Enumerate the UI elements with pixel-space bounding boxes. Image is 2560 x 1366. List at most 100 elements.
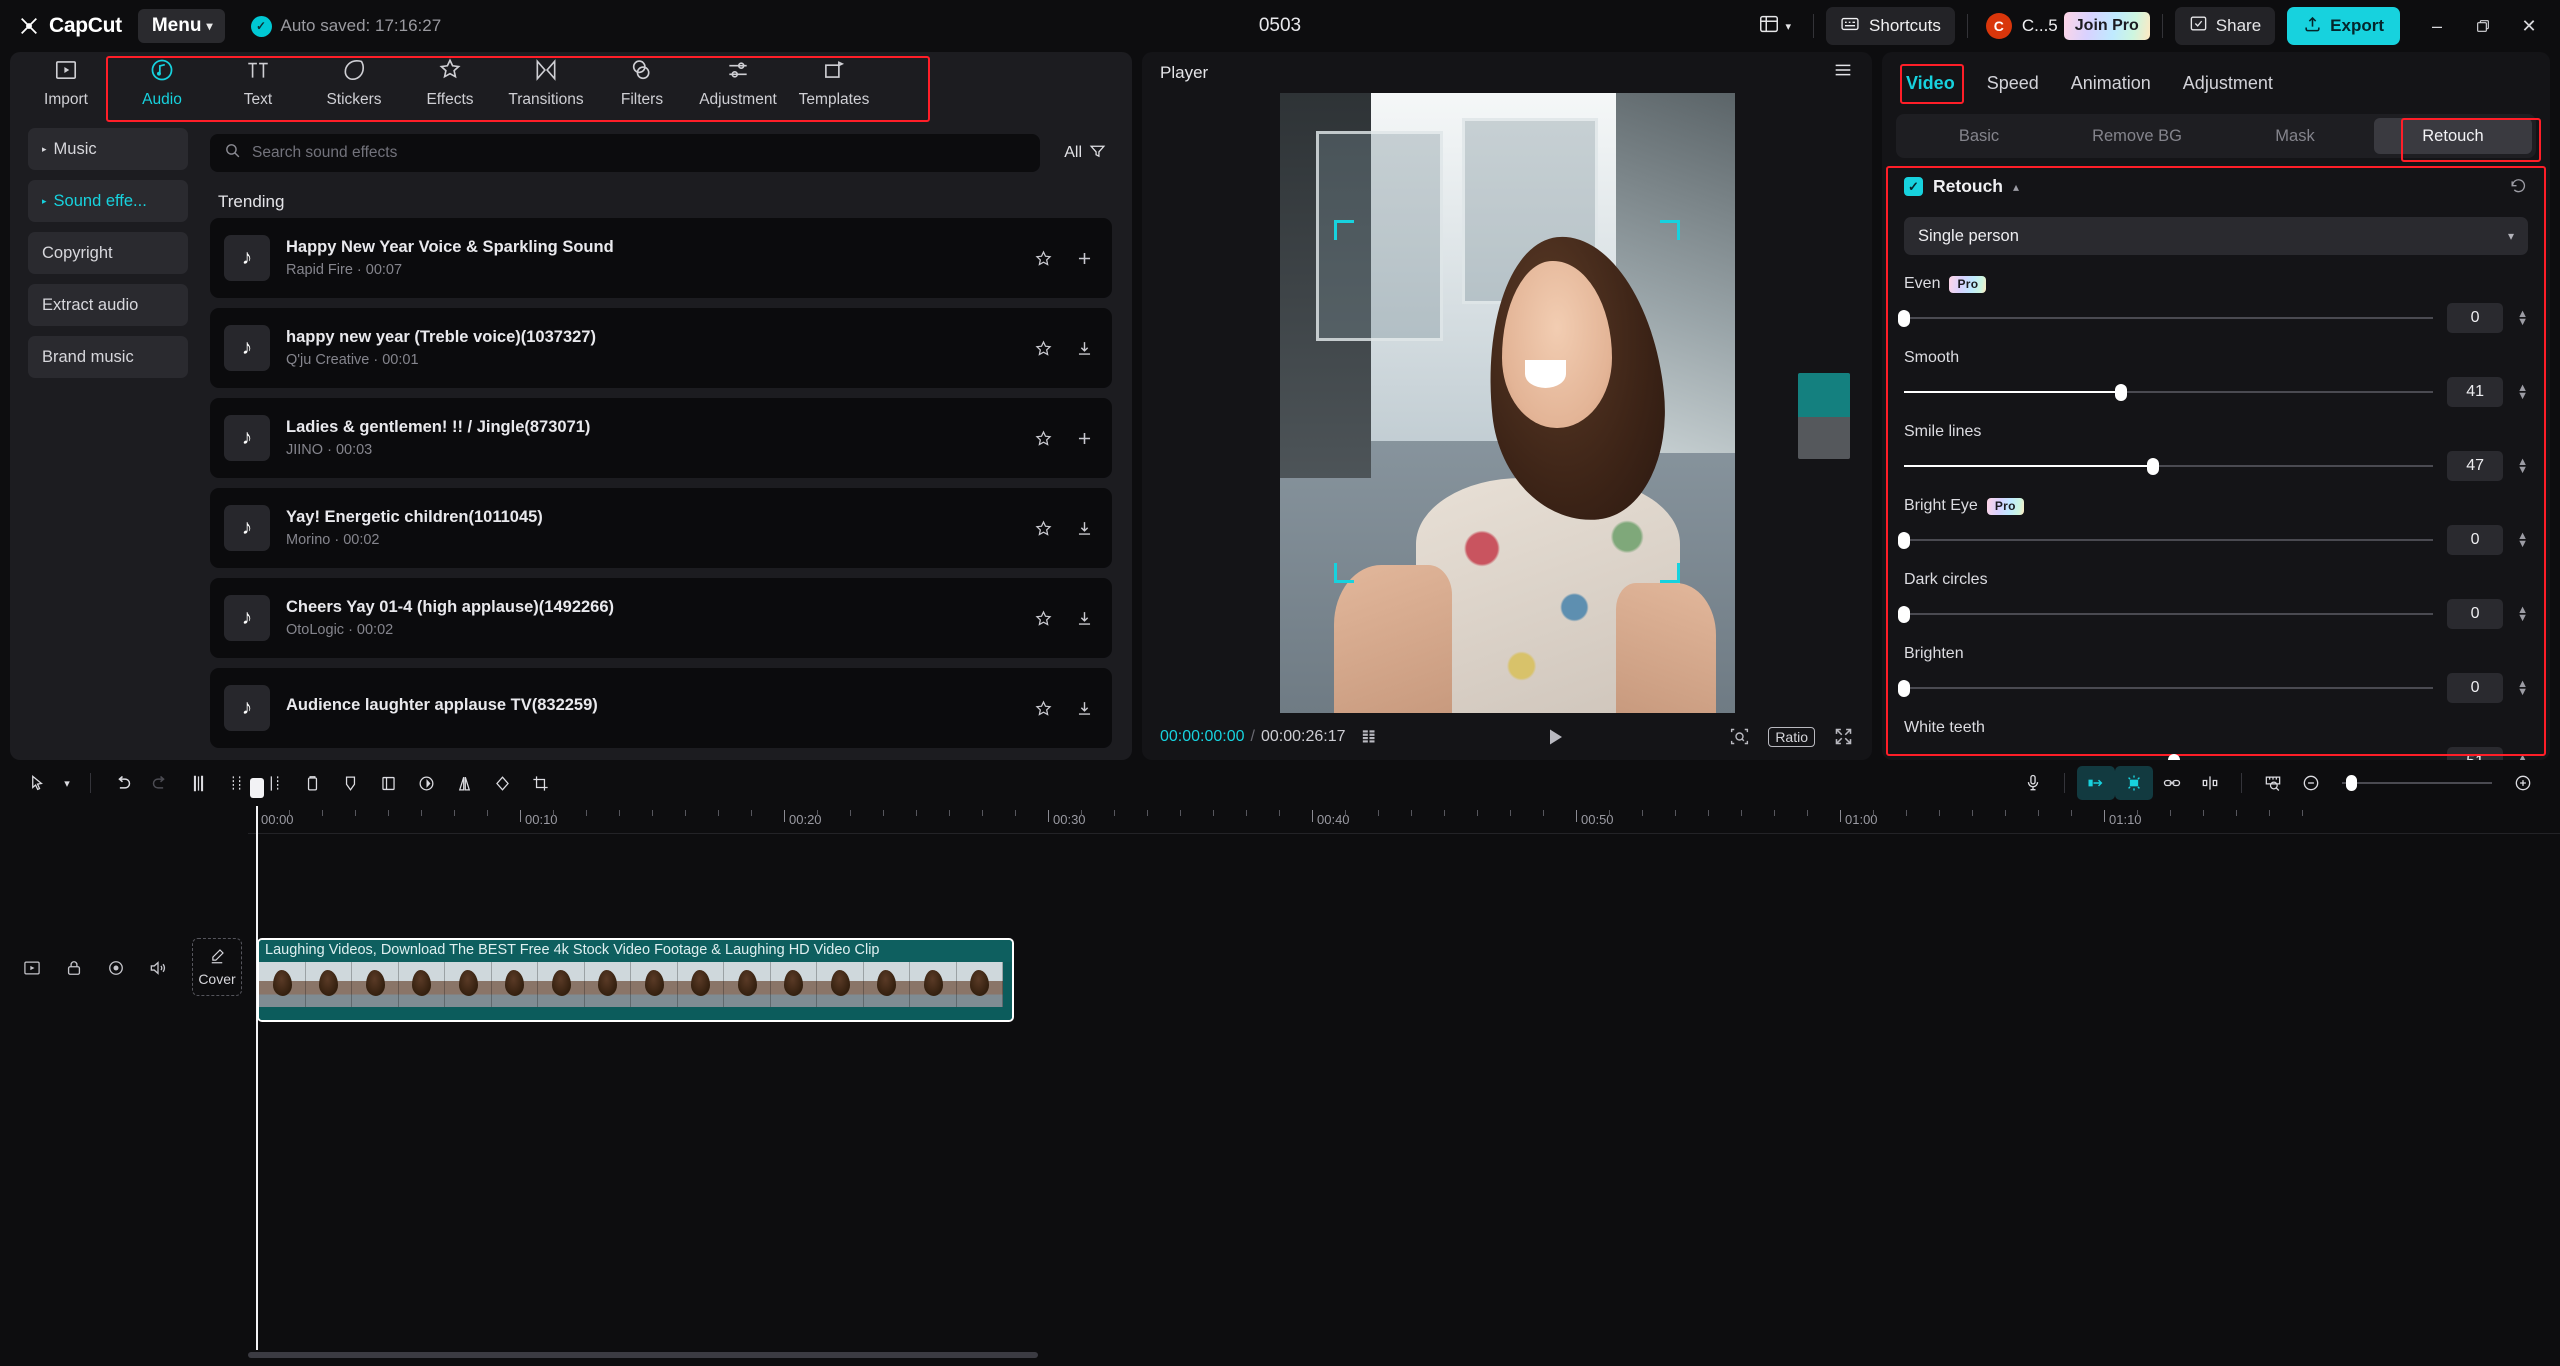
retouch-checkbox[interactable]: ✓ — [1904, 177, 1923, 196]
slider-value-brighten[interactable]: 0 — [2447, 673, 2503, 703]
magnetic-icon[interactable] — [2115, 766, 2153, 800]
ruler-icon[interactable] — [2254, 766, 2292, 800]
close-button[interactable]: ✕ — [2506, 4, 2552, 48]
nav-tab-effects[interactable]: Effects — [402, 54, 498, 112]
join-pro-button[interactable]: Join Pro — [2064, 12, 2150, 40]
slider-knob[interactable] — [1898, 310, 1910, 327]
cover-button[interactable]: Cover — [192, 938, 242, 996]
timecode-format-icon[interactable] — [1362, 729, 1382, 745]
slider-value-smooth[interactable]: 41 — [2447, 377, 2503, 407]
stepper-even[interactable]: ▲▼ — [2517, 310, 2528, 326]
hamburger-icon[interactable] — [1832, 59, 1854, 86]
selection-handle-bottom-left[interactable] — [1334, 563, 1354, 583]
stepper-smooth[interactable]: ▲▼ — [2517, 384, 2528, 400]
playhead-grip[interactable] — [250, 778, 264, 798]
slider-smile-lines[interactable] — [1904, 458, 2433, 474]
slider-knob[interactable] — [1898, 680, 1910, 697]
quality-icon[interactable] — [1729, 726, 1750, 747]
microphone-icon[interactable] — [2014, 766, 2052, 800]
video-clip[interactable]: Laughing Videos, Download The BEST Free … — [257, 938, 1014, 1022]
subtab-retouch[interactable]: Retouch — [2374, 118, 2532, 154]
zoom-in-icon[interactable] — [2504, 766, 2542, 800]
stepper-bright-eye[interactable]: ▲▼ — [2517, 532, 2528, 548]
select-tool-icon[interactable] — [18, 766, 56, 800]
selection-handle-bottom-right[interactable] — [1660, 563, 1680, 583]
scrollbar-thumb[interactable] — [248, 1352, 1038, 1358]
crop-icon[interactable] — [521, 766, 559, 800]
mirror-icon[interactable] — [445, 766, 483, 800]
category-copyright[interactable]: Copyright — [28, 232, 188, 274]
slider-dark-circles[interactable] — [1904, 606, 2433, 622]
reset-icon[interactable] — [2509, 177, 2528, 196]
favorite-icon[interactable] — [1034, 429, 1053, 448]
ratio-button[interactable]: Ratio — [1768, 727, 1815, 747]
maximize-button[interactable] — [2460, 4, 2506, 48]
slider-value-bright-eye[interactable]: 0 — [2447, 525, 2503, 555]
slider-knob[interactable] — [2147, 458, 2159, 475]
slider-white-teeth[interactable] — [1904, 754, 2433, 760]
zoom-knob[interactable] — [2346, 775, 2357, 791]
tab-speed[interactable]: Speed — [1985, 69, 2041, 98]
stepper-smile-lines[interactable]: ▲▼ — [2517, 458, 2528, 474]
timeline-ruler[interactable]: 00:00 00:10 00:20 — [248, 806, 2560, 834]
play-icon[interactable] — [1543, 725, 1567, 749]
tab-adjustment[interactable]: Adjustment — [2181, 69, 2275, 98]
timeline-horizontal-scrollbar[interactable] — [248, 1350, 2542, 1360]
reverse-icon[interactable] — [407, 766, 445, 800]
nav-tab-stickers[interactable]: Stickers — [306, 54, 402, 112]
slider-value-even[interactable]: 0 — [2447, 303, 2503, 333]
slider-brighten[interactable] — [1904, 680, 2433, 696]
add-icon[interactable] — [1075, 429, 1094, 448]
slider-knob[interactable] — [2168, 754, 2180, 760]
favorite-icon[interactable] — [1034, 339, 1053, 358]
add-icon[interactable] — [1075, 249, 1094, 268]
shortcuts-button[interactable]: Shortcuts — [1826, 7, 1955, 45]
list-item[interactable]: ♪ Ladies & gentlemen! !! / Jingle(873071… — [210, 398, 1112, 478]
nav-tab-text[interactable]: Text — [210, 54, 306, 112]
slider-value-white-teeth[interactable]: 51 — [2447, 747, 2503, 760]
nav-tab-transitions[interactable]: Transitions — [498, 54, 594, 112]
nav-tab-import[interactable]: Import — [18, 54, 114, 112]
search-box[interactable] — [210, 134, 1040, 172]
layout-switch-button[interactable]: ▾ — [1748, 8, 1802, 44]
download-icon[interactable] — [1075, 339, 1094, 358]
nav-tab-audio[interactable]: Audio — [114, 54, 210, 112]
delete-icon[interactable] — [293, 766, 331, 800]
favorite-icon[interactable] — [1034, 519, 1053, 538]
track-area[interactable]: Laughing Videos, Download The BEST Free … — [248, 834, 2560, 1350]
stepper-white-teeth[interactable]: ▲▼ — [2517, 754, 2528, 760]
mute-icon[interactable] — [148, 958, 168, 983]
lock-icon[interactable] — [64, 958, 84, 983]
list-item[interactable]: ♪ happy new year (Treble voice)(1037327)… — [210, 308, 1112, 388]
nav-tab-filters[interactable]: Filters — [594, 54, 690, 112]
stepper-dark-circles[interactable]: ▲▼ — [2517, 606, 2528, 622]
list-item[interactable]: ♪ Happy New Year Voice & Sparkling Sound… — [210, 218, 1112, 298]
category-brand-music[interactable]: Brand music — [28, 336, 188, 378]
list-item[interactable]: ♪ Cheers Yay 01-4 (high applause)(149226… — [210, 578, 1112, 658]
track-preview-icon[interactable] — [22, 958, 42, 983]
account-chip[interactable]: C C...5 — [1980, 13, 2064, 39]
subtab-remove-bg[interactable]: Remove BG — [2058, 118, 2216, 154]
selection-handle-top-right[interactable] — [1660, 220, 1680, 240]
favorite-icon[interactable] — [1034, 699, 1053, 718]
fullscreen-icon[interactable] — [1833, 726, 1854, 747]
minimize-button[interactable]: – — [2414, 4, 2460, 48]
rotate-icon[interactable] — [483, 766, 521, 800]
split-icon[interactable] — [179, 766, 217, 800]
timeline-zoom-slider[interactable] — [2342, 775, 2492, 791]
favorite-icon[interactable] — [1034, 249, 1053, 268]
sound-effects-list[interactable]: ♪ Happy New Year Voice & Sparkling Sound… — [210, 218, 1116, 760]
filter-button[interactable]: All — [1054, 135, 1116, 171]
share-button[interactable]: Share — [2175, 7, 2275, 45]
slider-smooth[interactable] — [1904, 384, 2433, 400]
link-icon[interactable] — [2153, 766, 2191, 800]
slider-knob[interactable] — [1898, 532, 1910, 549]
chevron-up-icon[interactable]: ▴ — [2013, 180, 2019, 194]
tab-animation[interactable]: Animation — [2069, 69, 2153, 98]
retouch-mode-select[interactable]: Single person ▾ — [1904, 217, 2528, 255]
zoom-out-icon[interactable] — [2292, 766, 2330, 800]
selection-handle-top-left[interactable] — [1334, 220, 1354, 240]
tool-dropdown-caret-icon[interactable]: ▾ — [56, 766, 78, 800]
slider-knob[interactable] — [2115, 384, 2127, 401]
search-input[interactable] — [252, 144, 1026, 162]
